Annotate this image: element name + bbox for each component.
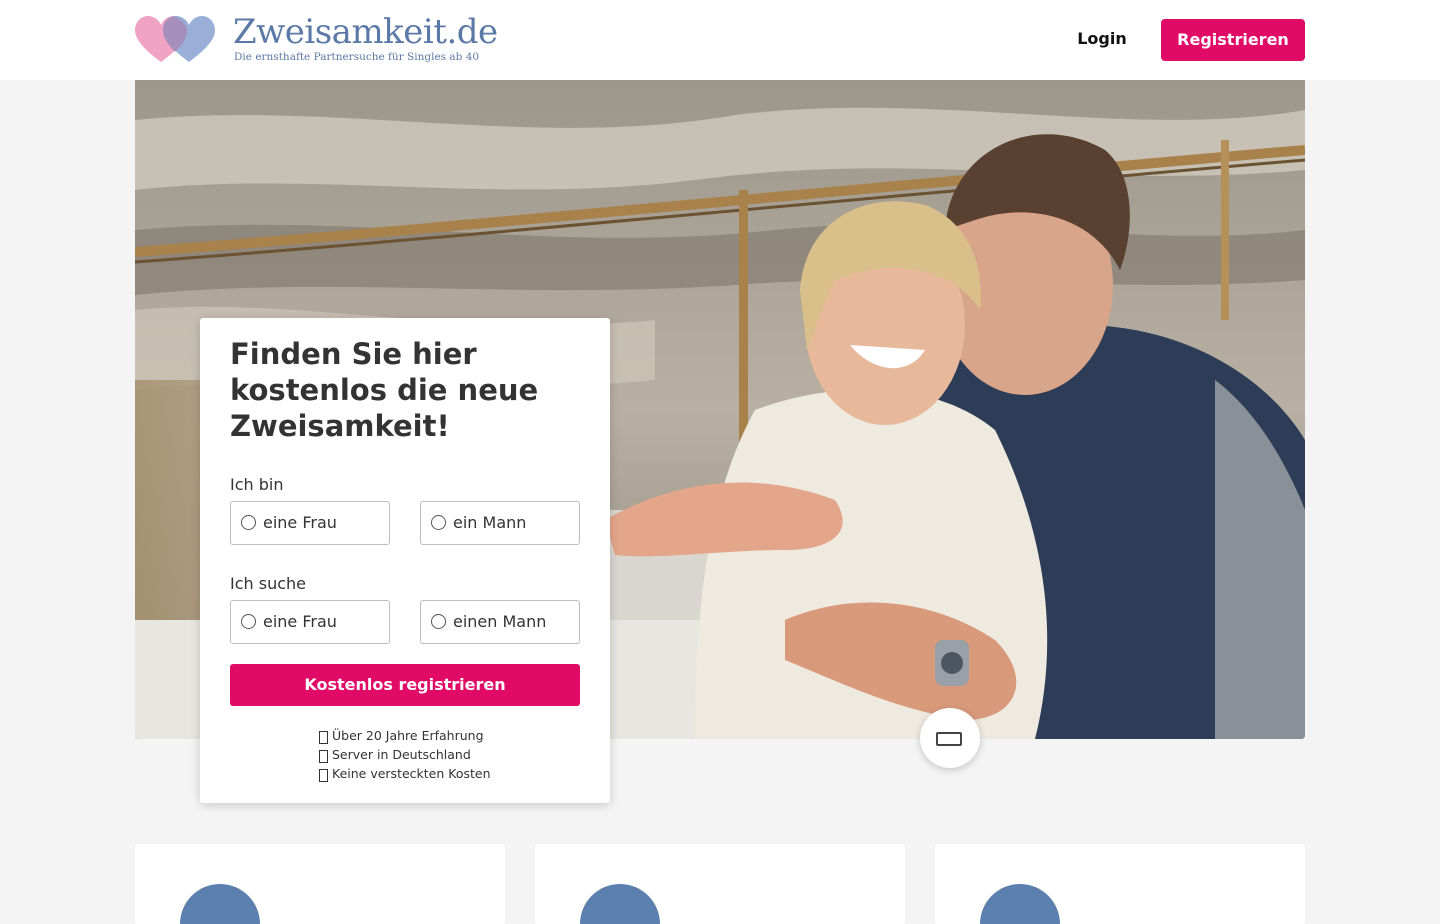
feature-icon	[980, 884, 1060, 924]
register-button[interactable]: Registrieren	[1161, 19, 1305, 61]
benefit-text: Server in Deutschland	[332, 747, 471, 762]
radio-circle-icon	[431, 515, 446, 530]
seeking-woman-radio[interactable]: eine Frau	[230, 600, 390, 644]
feature-icon	[580, 884, 660, 924]
radio-circle-icon	[431, 614, 446, 629]
feature-icon	[180, 884, 260, 924]
radio-label: eine Frau	[263, 513, 337, 532]
register-free-button[interactable]: Kostenlos registrieren	[230, 664, 580, 706]
feature-card	[135, 844, 505, 924]
seeking-man-radio[interactable]: einen Mann	[420, 600, 580, 644]
logo-title: Zweisamkeit.de	[233, 12, 498, 52]
site-logo[interactable]: Zweisamkeit.de Die ernsthafte Partnersuc…	[135, 12, 498, 66]
benefit-text: Keine versteckten Kosten	[332, 766, 491, 781]
radio-label: einen Mann	[453, 612, 547, 631]
login-link[interactable]: Login	[1060, 26, 1144, 52]
radio-circle-icon	[241, 614, 256, 629]
radio-label: eine Frau	[263, 612, 337, 631]
feature-card	[535, 844, 905, 924]
benefit-item: Über 20 Jahre Erfahrung	[319, 726, 539, 745]
i-am-woman-radio[interactable]: eine Frau	[230, 501, 390, 545]
site-header: Zweisamkeit.de Die ernsthafte Partnersuc…	[0, 0, 1440, 80]
check-icon	[319, 750, 328, 763]
benefit-item: Server in Deutschland	[319, 745, 539, 764]
benefit-item: Keine versteckten Kosten	[319, 764, 539, 783]
feature-card	[935, 844, 1305, 924]
benefit-text: Über 20 Jahre Erfahrung	[332, 728, 484, 743]
check-icon	[319, 731, 328, 744]
hearts-logo-icon	[135, 16, 215, 62]
logo-tagline: Die ernsthafte Partnersuche für Singles …	[234, 51, 480, 63]
registration-card: Finden Sie hier kostenlos die neue Zweis…	[200, 318, 610, 803]
card-title: Finden Sie hier kostenlos die neue Zweis…	[230, 337, 539, 443]
floating-window-button[interactable]	[920, 708, 980, 768]
i-am-man-radio[interactable]: ein Mann	[420, 501, 580, 545]
benefits-list: Über 20 Jahre Erfahrung Server in Deutsc…	[319, 726, 539, 783]
check-icon	[319, 769, 328, 782]
radio-circle-icon	[241, 515, 256, 530]
seeking-label: Ich suche	[230, 574, 306, 593]
radio-label: ein Mann	[453, 513, 527, 532]
window-icon	[936, 732, 962, 746]
i-am-label: Ich bin	[230, 475, 284, 494]
